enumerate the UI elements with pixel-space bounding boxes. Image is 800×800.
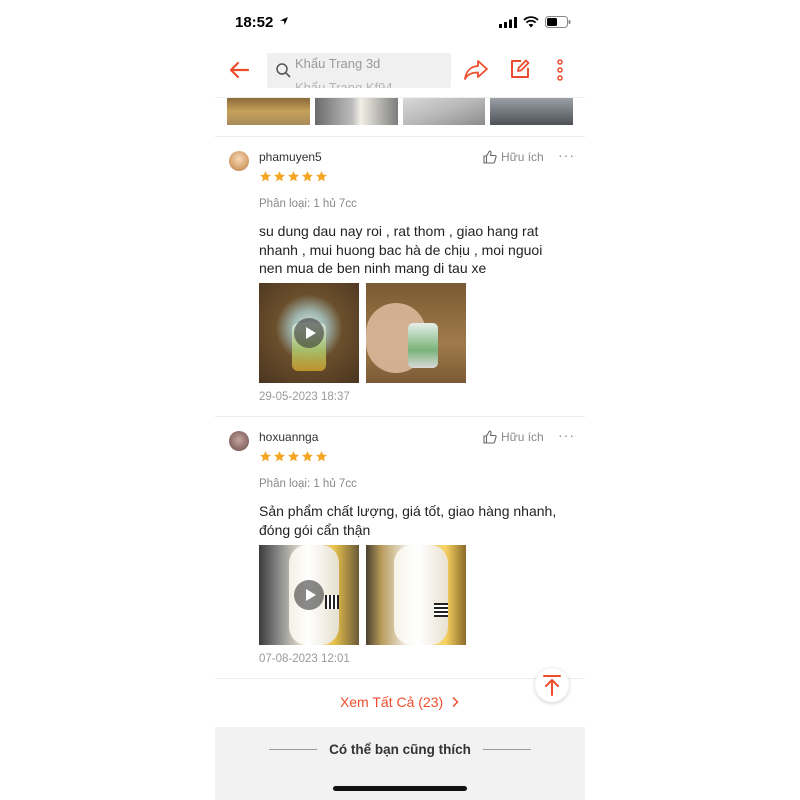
- wifi-icon: [523, 16, 539, 28]
- qr-code-shape: [325, 595, 339, 609]
- search-icon: [276, 63, 291, 78]
- media-thumbnail[interactable]: [227, 98, 310, 125]
- review-date: 29-05-2023 18:37: [259, 391, 350, 403]
- star-icon: [274, 171, 285, 182]
- review-video-thumbnail[interactable]: [259, 545, 359, 645]
- media-thumbnail[interactable]: [490, 98, 573, 125]
- star-icon: [302, 451, 313, 462]
- arrow-up-icon: [543, 675, 561, 696]
- rating-stars: [259, 170, 328, 183]
- product-bottle-shape: [394, 545, 448, 645]
- share-icon[interactable]: [463, 58, 489, 82]
- review-username[interactable]: phamuyen5: [259, 150, 322, 164]
- review-item: hoxuannga Hữu ích ··· Phân loại: 1 hủ 7c…: [215, 417, 585, 679]
- see-all-label: Xem Tất Cả (23): [339, 694, 444, 710]
- review-video-thumbnail[interactable]: [259, 283, 359, 383]
- home-indicator: [333, 786, 467, 791]
- cellular-signal-icon: [499, 16, 517, 28]
- star-icon: [260, 171, 271, 182]
- review-more-button[interactable]: ···: [558, 427, 575, 443]
- media-thumbnail[interactable]: [402, 98, 486, 125]
- review-comment: Sản phẩm chất lượng, giá tốt, giao hàng …: [259, 503, 557, 538]
- divider: [483, 749, 531, 750]
- star-icon: [274, 451, 285, 462]
- battery-icon: [545, 16, 571, 28]
- review-image-thumbnail[interactable]: [366, 283, 466, 383]
- avatar[interactable]: [229, 431, 249, 451]
- star-icon: [316, 171, 327, 182]
- back-arrow-icon[interactable]: [227, 58, 251, 82]
- top-nav-bar: Khẩu Trang 3d Khẩu Trang Kf94: [215, 44, 585, 98]
- star-icon: [302, 171, 313, 182]
- helpful-label: Hữu ích: [501, 430, 544, 444]
- review-date: 07-08-2023 12:01: [259, 653, 350, 665]
- search-placeholder-next: Khẩu Trang Kf94: [295, 80, 393, 88]
- play-icon[interactable]: [294, 318, 324, 348]
- search-input[interactable]: Khẩu Trang 3d Khẩu Trang Kf94: [267, 53, 451, 88]
- status-bar: 18:52: [215, 0, 585, 44]
- helpful-button[interactable]: Hữu ích: [483, 430, 544, 444]
- phone-screen: 18:52 Khẩu Trang 3d Khẩu Trang Kf94 pham…: [215, 0, 585, 800]
- scroll-to-top-button[interactable]: [535, 668, 569, 702]
- review-item: phamuyen5 Hữu ích ··· Phân loại: 1 hủ 7c…: [215, 137, 585, 417]
- qr-code-shape: [434, 603, 448, 617]
- star-icon: [316, 451, 327, 462]
- status-time: 18:52: [235, 14, 274, 31]
- edit-icon[interactable]: [509, 58, 531, 80]
- rating-stars: [259, 450, 328, 463]
- product-jar-shape: [408, 323, 438, 368]
- review-image-thumbnail[interactable]: [366, 545, 466, 645]
- helpful-label: Hữu ích: [501, 150, 544, 164]
- more-vertical-icon[interactable]: [556, 58, 564, 82]
- previous-review-media-strip: [227, 98, 573, 125]
- review-more-button[interactable]: ···: [558, 147, 575, 163]
- location-arrow-icon: [280, 17, 288, 25]
- media-thumbnail[interactable]: [314, 98, 398, 125]
- star-icon: [260, 451, 271, 462]
- thumbs-up-icon: [483, 150, 497, 164]
- chevron-right-icon: [452, 696, 459, 708]
- star-icon: [288, 171, 299, 182]
- thumbs-up-icon: [483, 430, 497, 444]
- status-icons: [499, 16, 571, 28]
- review-comment: su dung dau nay roi , rat thom , giao ha…: [259, 223, 543, 276]
- review-username[interactable]: hoxuannga: [259, 430, 318, 444]
- helpful-button[interactable]: Hữu ích: [483, 150, 544, 164]
- play-icon[interactable]: [294, 580, 324, 610]
- see-all-reviews-link[interactable]: Xem Tất Cả (23): [215, 694, 585, 710]
- divider: [215, 678, 585, 679]
- review-variant: Phân loại: 1 hủ 7cc: [259, 198, 357, 210]
- star-icon: [288, 451, 299, 462]
- search-placeholder: Khẩu Trang 3d: [295, 56, 381, 71]
- review-variant: Phân loại: 1 hủ 7cc: [259, 478, 357, 490]
- avatar[interactable]: [229, 151, 249, 171]
